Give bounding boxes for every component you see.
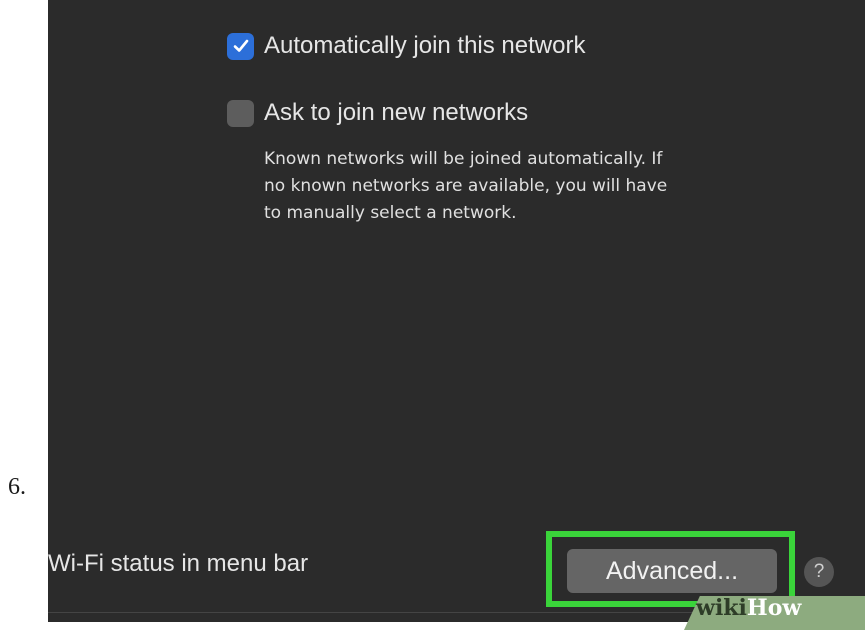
auto-join-label: Automatically join this network bbox=[264, 32, 586, 59]
watermark-wiki: wiki bbox=[696, 595, 747, 621]
help-button[interactable]: ? bbox=[804, 557, 834, 587]
watermark-how: How bbox=[746, 595, 802, 621]
network-preferences-panel: Automatically join this network Ask to j… bbox=[48, 0, 865, 622]
wikihow-watermark: wikiHow bbox=[696, 595, 801, 621]
advanced-button[interactable]: Advanced... bbox=[567, 549, 777, 593]
ask-join-checkbox[interactable] bbox=[227, 99, 254, 127]
wifi-status-label: Wi-Fi status in menu bar bbox=[48, 550, 309, 577]
auto-join-option[interactable]: Automatically join this network bbox=[227, 32, 585, 60]
checkmark-icon bbox=[233, 39, 248, 52]
auto-join-checkbox[interactable] bbox=[227, 32, 254, 60]
ask-join-label: Ask to join new networks bbox=[264, 99, 529, 126]
step-number: 6. bbox=[8, 474, 26, 500]
ask-join-option[interactable]: Ask to join new networks bbox=[227, 99, 528, 127]
ask-join-description: Known networks will be joined automatica… bbox=[264, 149, 668, 223]
